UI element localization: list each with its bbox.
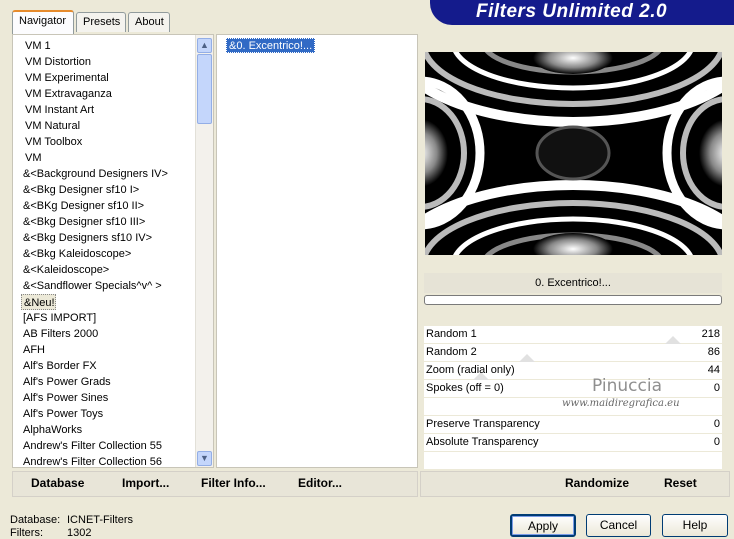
category-item[interactable]: &<Bkg Designer sf10 III>: [21, 214, 145, 230]
category-item[interactable]: VM Distortion: [21, 54, 91, 70]
category-item[interactable]: Andrew's Filter Collection 56: [21, 454, 162, 466]
randomize-button[interactable]: Randomize: [565, 476, 629, 490]
param-row[interactable]: Zoom (radial only) 44: [424, 362, 722, 380]
category-item[interactable]: VM Instant Art: [21, 102, 94, 118]
category-list[interactable]: VM 1 VM Distortion VM Experimental VM Extra…: [12, 34, 214, 468]
param-label: Spokes (off = 0): [426, 382, 504, 394]
reset-button[interactable]: Reset: [664, 476, 697, 490]
scroll-up-icon[interactable]: ▲: [197, 38, 212, 53]
app-title: Filters Unlimited 2.0: [430, 0, 734, 25]
category-item[interactable]: Alf's Power Toys: [21, 406, 103, 422]
slider-marker[interactable]: [519, 354, 536, 362]
category-item[interactable]: &<BKg Designer sf10 II>: [21, 198, 144, 214]
category-item[interactable]: &Neu!: [21, 294, 56, 310]
param-row[interactable]: Spokes (off = 0) 0: [424, 380, 722, 398]
category-item[interactable]: &<Bkg Designers sf10 IV>: [21, 230, 152, 246]
help-button[interactable]: Help: [662, 514, 728, 537]
scroll-thumb[interactable]: [197, 54, 212, 124]
import-button[interactable]: Import...: [122, 476, 169, 490]
category-item[interactable]: VM Experimental: [21, 70, 109, 86]
database-status-value: ICNET-Filters: [67, 514, 133, 526]
category-item[interactable]: &<Bkg Kaleidoscope>: [21, 246, 131, 262]
apply-button[interactable]: Apply: [510, 514, 576, 537]
category-item[interactable]: &<Sandflower Specials^v^ >: [21, 278, 162, 294]
param-label: Preserve Transparency: [426, 418, 540, 430]
param-value: 0: [713, 436, 720, 448]
category-item[interactable]: Alf's Power Grads: [21, 374, 111, 390]
filters-count-value: 1302: [67, 527, 92, 539]
editor-button[interactable]: Editor...: [298, 476, 342, 490]
param-value: 0: [713, 418, 720, 430]
param-row[interactable]: Preserve Transparency 0: [424, 416, 722, 434]
filters-count-label: Filters:: [10, 527, 43, 539]
param-value: 86: [707, 346, 720, 358]
category-item[interactable]: AFH: [21, 342, 45, 358]
category-item[interactable]: VM: [21, 150, 42, 166]
category-scrollbar[interactable]: ▲ ▼: [195, 35, 213, 467]
category-item[interactable]: AlphaWorks: [21, 422, 82, 438]
category-item[interactable]: Alf's Power Sines: [21, 390, 108, 406]
param-label: Absolute Transparency: [426, 436, 539, 448]
tab-presets[interactable]: Presets: [76, 12, 126, 32]
param-value: 0: [713, 382, 720, 394]
category-item[interactable]: VM Toolbox: [21, 134, 82, 150]
tab-navigator[interactable]: Navigator: [12, 10, 74, 34]
category-item[interactable]: Alf's Border FX: [21, 358, 97, 374]
watermark-name: Pinuccia: [592, 376, 662, 396]
param-label: Random 2: [426, 346, 477, 358]
category-item[interactable]: VM Natural: [21, 118, 80, 134]
category-item[interactable]: AB Filters 2000: [21, 326, 98, 342]
slider-marker[interactable]: [665, 336, 682, 344]
filter-list[interactable]: [216, 34, 418, 468]
param-label: Zoom (radial only): [426, 364, 515, 376]
progress-bar: [424, 295, 722, 305]
category-item[interactable]: VM 1: [21, 38, 51, 54]
param-row[interactable]: Random 2 86: [424, 344, 722, 362]
filter-name-label: 0. Excentrico!...: [424, 273, 722, 293]
database-button[interactable]: Database: [31, 476, 84, 490]
param-row[interactable]: Random 1 218: [424, 326, 722, 344]
scroll-down-icon[interactable]: ▼: [197, 451, 212, 466]
category-item[interactable]: VM Extravaganza: [21, 86, 112, 102]
category-item[interactable]: &<Background Designers IV>: [21, 166, 168, 182]
param-row[interactable]: Absolute Transparency 0: [424, 434, 722, 452]
param-value: 218: [701, 328, 720, 340]
param-label: Random 1: [426, 328, 477, 340]
filter-item-selected[interactable]: &0. Excentrico!...: [226, 38, 316, 53]
preview-image: [425, 52, 722, 255]
watermark-site: www.maidiregrafica.eu: [562, 398, 680, 409]
cancel-button[interactable]: Cancel: [586, 514, 651, 537]
category-item[interactable]: &<Kaleidoscope>: [21, 262, 109, 278]
category-item[interactable]: Andrew's Filter Collection 55: [21, 438, 162, 454]
category-item[interactable]: &<Bkg Designer sf10 I>: [21, 182, 139, 198]
category-item[interactable]: [AFS IMPORT]: [21, 310, 96, 326]
param-row-empty[interactable]: [424, 452, 722, 470]
filter-info-button[interactable]: Filter Info...: [201, 476, 266, 490]
database-status-label: Database:: [10, 514, 61, 526]
param-value: 44: [707, 364, 720, 376]
tab-about[interactable]: About: [128, 12, 170, 32]
